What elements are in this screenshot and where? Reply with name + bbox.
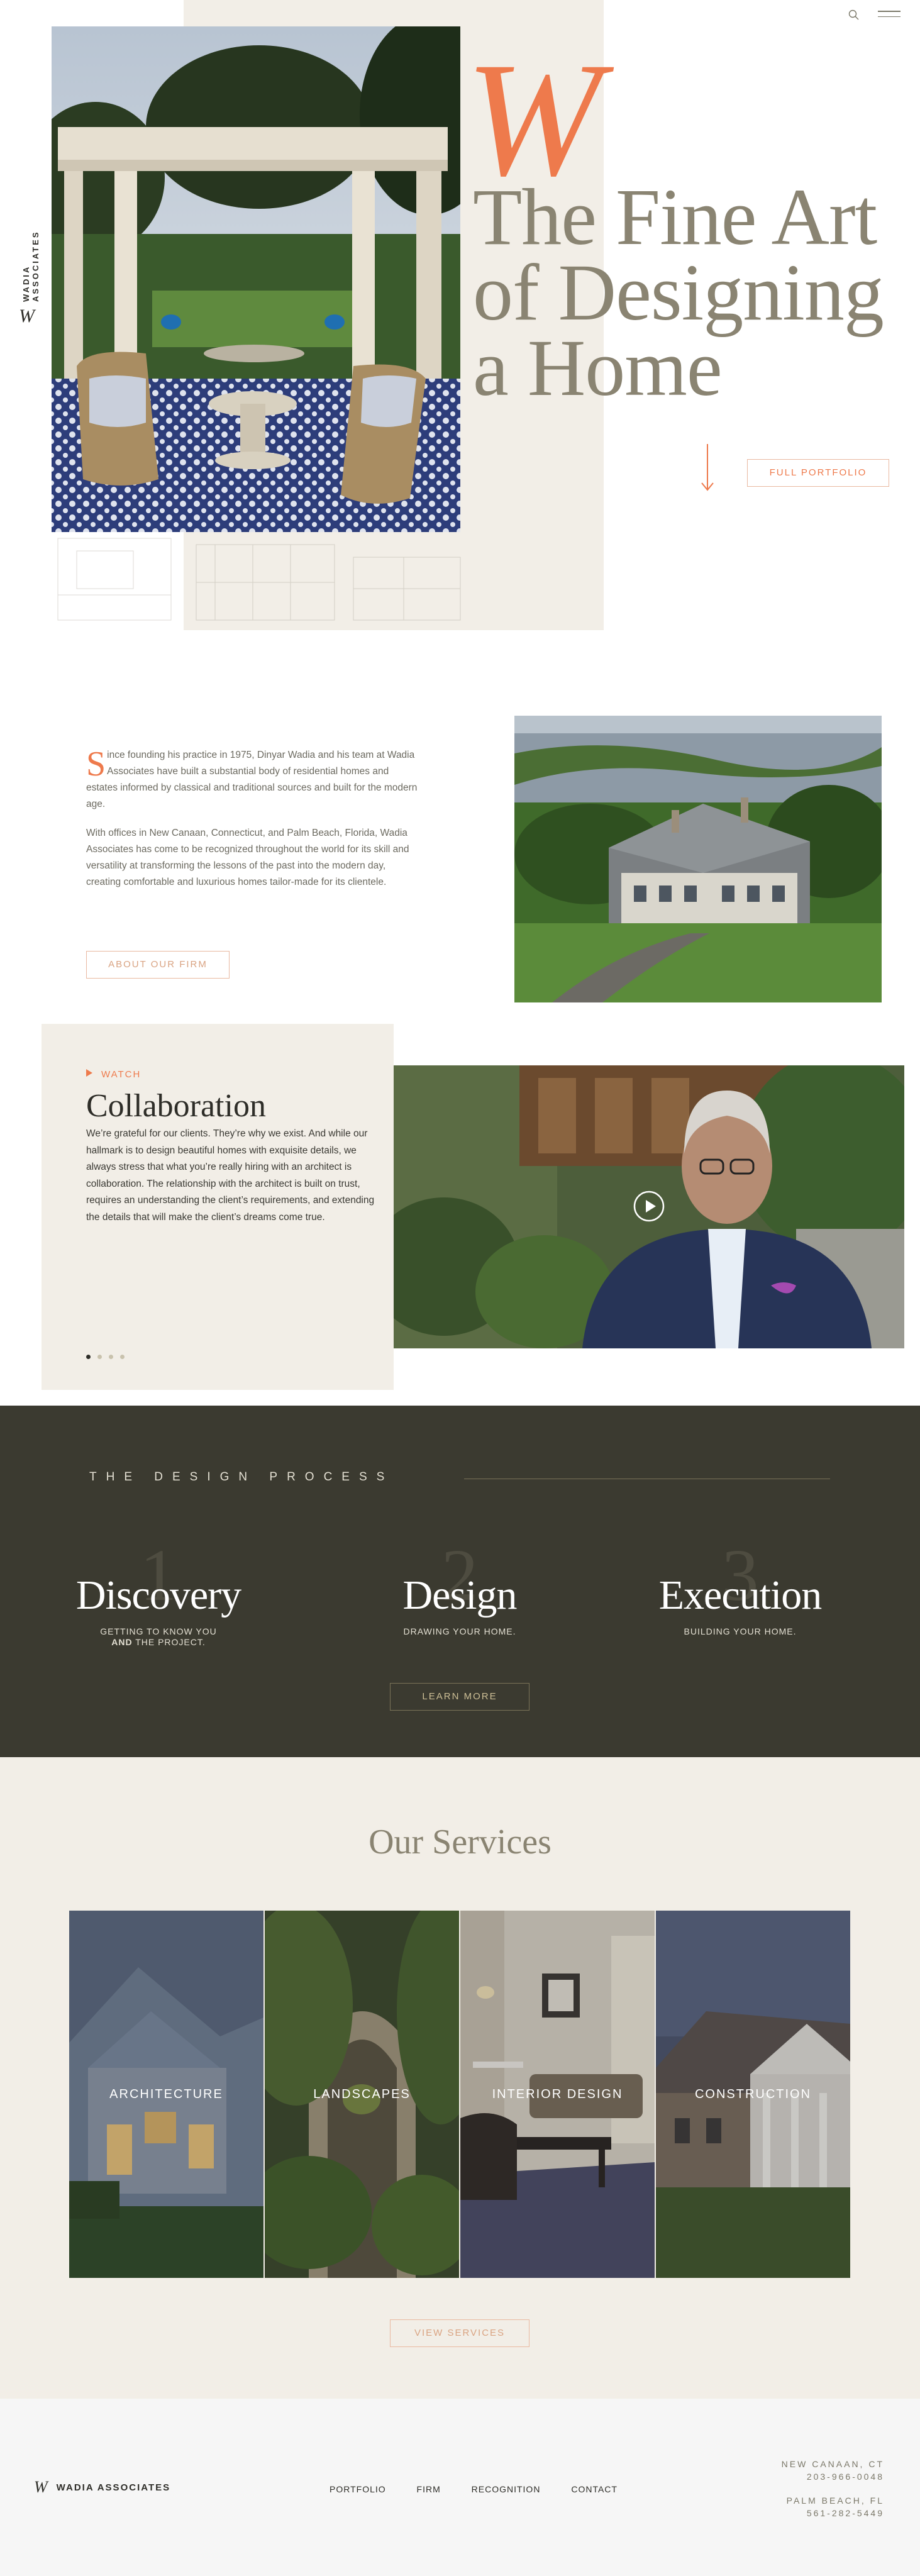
carousel-dot[interactable]: [97, 1355, 102, 1359]
play-icon[interactable]: [633, 1190, 665, 1223]
menu-icon[interactable]: [878, 11, 901, 19]
footer-nav-portfolio[interactable]: PORTFOLIO: [330, 2484, 386, 2494]
step-description-line: GETTING TO KNOW YOU: [100, 1626, 217, 1636]
about-paragraph: With offices in New Canaan, Connecticut,…: [86, 828, 409, 887]
service-label: LANDSCAPES: [265, 1911, 459, 2278]
footer-offices: NEW CANAAN, CT 203-966-0048 PALM BEACH, …: [692, 2458, 884, 2519]
footer-nav-firm[interactable]: FIRM: [417, 2484, 441, 2494]
about-paragraph: Since founding his practice in 1975, Din…: [86, 747, 419, 813]
step-description-line: AND THE PROJECT.: [39, 1637, 278, 1648]
arrow-down-icon[interactable]: [701, 444, 714, 492]
hero-title-line: of Designing: [473, 248, 884, 337]
side-brand-text: WADIA ASSOCIATES: [21, 230, 40, 302]
hero-title: The Fine Art of Designing a Home: [473, 172, 907, 413]
hero-title-line: The Fine Art: [473, 172, 877, 262]
service-card-architecture[interactable]: ARCHITECTURE: [69, 1911, 263, 2278]
process-step-discovery: 1 Discovery GETTING TO KNOW YOU AND THE …: [39, 1538, 278, 1648]
about-intro: Since founding his practice in 1975, Din…: [86, 747, 419, 903]
step-description-rest: THE PROJECT.: [132, 1637, 206, 1647]
blueprint-sketch: [52, 532, 473, 639]
footer-nav-recognition[interactable]: RECOGNITION: [472, 2484, 541, 2494]
watch-link[interactable]: WATCH: [86, 1069, 141, 1083]
about-our-firm-button[interactable]: ABOUT OUR FIRM: [86, 951, 230, 979]
view-services-button[interactable]: VIEW SERVICES: [390, 2319, 529, 2347]
service-label: INTERIOR DESIGN: [460, 1911, 655, 2278]
search-icon[interactable]: [848, 9, 860, 21]
footer-logo[interactable]: W WADIA ASSOCIATES: [34, 2478, 170, 2497]
office-phone[interactable]: 561-282-5449: [692, 2507, 884, 2519]
aerial-estate-photo: [514, 716, 882, 1002]
service-card-construction[interactable]: CONSTRUCTION: [656, 1911, 850, 2278]
service-card-interior-design[interactable]: INTERIOR DESIGN: [460, 1911, 655, 2278]
step-name: Design: [402, 1572, 518, 1618]
side-brand-logo[interactable]: WADIA ASSOCIATES W: [16, 195, 42, 352]
office-city: PALM BEACH, FL: [786, 2496, 884, 2506]
step-description-bold: AND: [111, 1637, 133, 1647]
office-phone[interactable]: 203-966-0048: [692, 2470, 884, 2483]
step-description: BUILDING YOUR HOME.: [684, 1626, 797, 1636]
service-card-landscapes[interactable]: LANDSCAPES: [265, 1911, 459, 2278]
learn-more-button[interactable]: LEARN MORE: [390, 1683, 529, 1711]
service-label: CONSTRUCTION: [656, 1911, 850, 2278]
design-process-label: THE DESIGN PROCESS: [89, 1470, 394, 1484]
process-step-execution: 3 Execution BUILDING YOUR HOME.: [621, 1538, 860, 1637]
hero-title-line: a Home: [473, 323, 723, 413]
process-step-design: 2 Design DRAWING YOUR HOME.: [340, 1538, 579, 1637]
carousel-dot[interactable]: [109, 1355, 113, 1359]
step-description: GETTING TO KNOW YOU AND THE PROJECT.: [39, 1626, 278, 1648]
play-triangle-icon: [86, 1069, 92, 1077]
full-portfolio-button[interactable]: FULL PORTFOLIO: [747, 459, 889, 487]
step-name: Execution: [658, 1572, 823, 1618]
brand-monogram: W: [34, 2478, 49, 2496]
footer-nav: PORTFOLIO FIRM RECOGNITION CONTACT: [330, 2484, 645, 2494]
step-description: DRAWING YOUR HOME.: [403, 1626, 516, 1636]
collaboration-title: Collaboration: [86, 1088, 266, 1124]
hero-photo-pergola-patio: [52, 26, 460, 532]
carousel-dot[interactable]: [86, 1355, 91, 1359]
carousel-dot[interactable]: [120, 1355, 125, 1359]
footer-logo-text: WADIA ASSOCIATES: [56, 2482, 171, 2493]
footer-nav-contact[interactable]: CONTACT: [571, 2484, 618, 2494]
office-city: NEW CANAAN, CT: [781, 2459, 884, 2469]
carousel-dots: [86, 1351, 131, 1359]
drop-cap: S: [86, 745, 106, 784]
brand-monogram: W: [19, 306, 35, 326]
about-paragraph-text: ince founding his practice in 1975, Diny…: [86, 750, 418, 809]
collaboration-body: We’re grateful for our clients. They’re …: [86, 1128, 375, 1223]
service-label: ARCHITECTURE: [69, 1911, 263, 2278]
services-title: Our Services: [369, 1823, 551, 1862]
watch-label: WATCH: [101, 1069, 141, 1080]
step-name: Discovery: [75, 1572, 241, 1618]
